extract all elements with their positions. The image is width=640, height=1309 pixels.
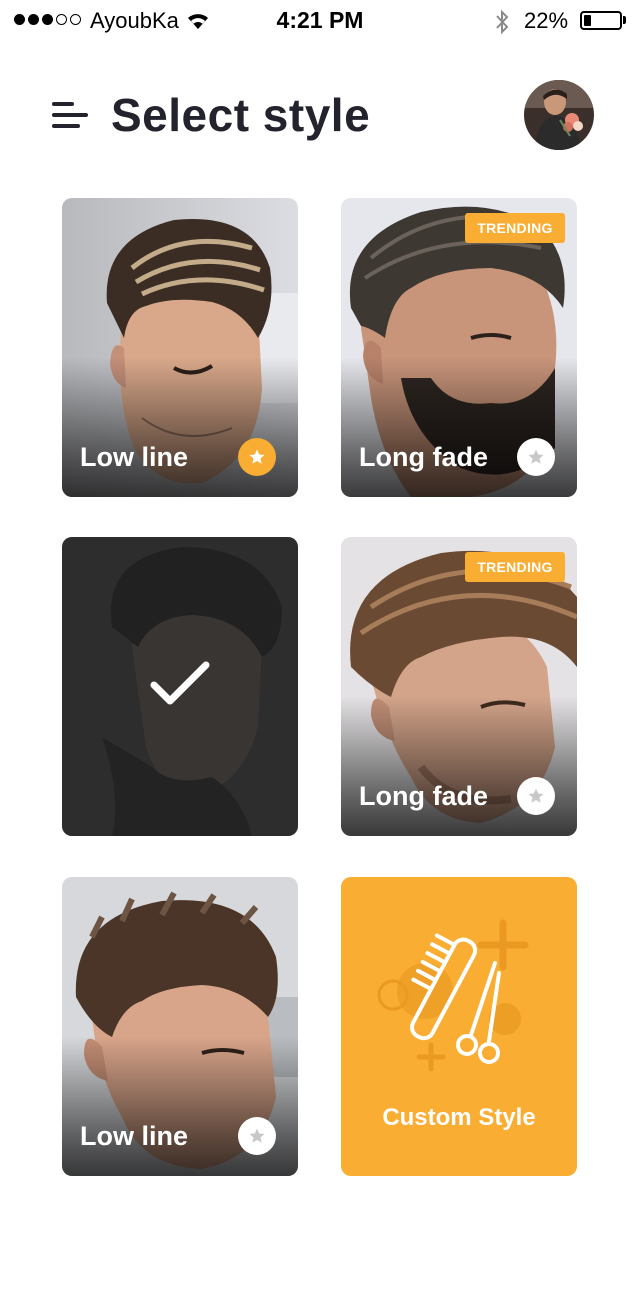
trending-badge: TRENDING	[465, 552, 565, 582]
favorite-star-button[interactable]	[517, 438, 555, 476]
hamburger-menu-icon[interactable]	[52, 102, 88, 128]
star-icon	[528, 449, 544, 464]
star-icon	[249, 1128, 265, 1143]
style-card-selected[interactable]	[62, 537, 298, 836]
checkmark-icon	[150, 661, 210, 705]
custom-style-card[interactable]: Custom Style	[341, 877, 577, 1176]
comb-and-scissors-icon	[377, 919, 529, 1072]
style-card-low-line[interactable]: Low line	[62, 198, 298, 497]
style-card-long-fade[interactable]: TRENDING Long fade	[341, 198, 577, 497]
style-label: Long fade	[359, 781, 488, 811]
favorite-star-button[interactable]	[517, 777, 555, 815]
style-label: Low line	[80, 1121, 188, 1151]
status-bar: AyoubKa 4:21 PM 22%	[0, 0, 640, 44]
page-title: Select style	[111, 89, 371, 141]
style-card-long-fade-2[interactable]: TRENDING Long fade	[341, 537, 577, 836]
style-label: Long fade	[359, 442, 488, 472]
battery-icon	[580, 11, 622, 30]
user-avatar[interactable]	[524, 80, 594, 150]
star-icon	[249, 449, 265, 464]
style-label: Low line	[80, 442, 188, 472]
bluetooth-icon	[496, 9, 509, 35]
trending-badge: TRENDING	[465, 213, 565, 243]
custom-style-label: Custom Style	[382, 1104, 536, 1131]
style-card-low-line-2[interactable]: Low line	[62, 877, 298, 1176]
star-icon	[528, 788, 544, 803]
battery-percentage: 22%	[524, 8, 569, 33]
favorite-star-button[interactable]	[238, 438, 276, 476]
favorite-star-button[interactable]	[238, 1117, 276, 1155]
